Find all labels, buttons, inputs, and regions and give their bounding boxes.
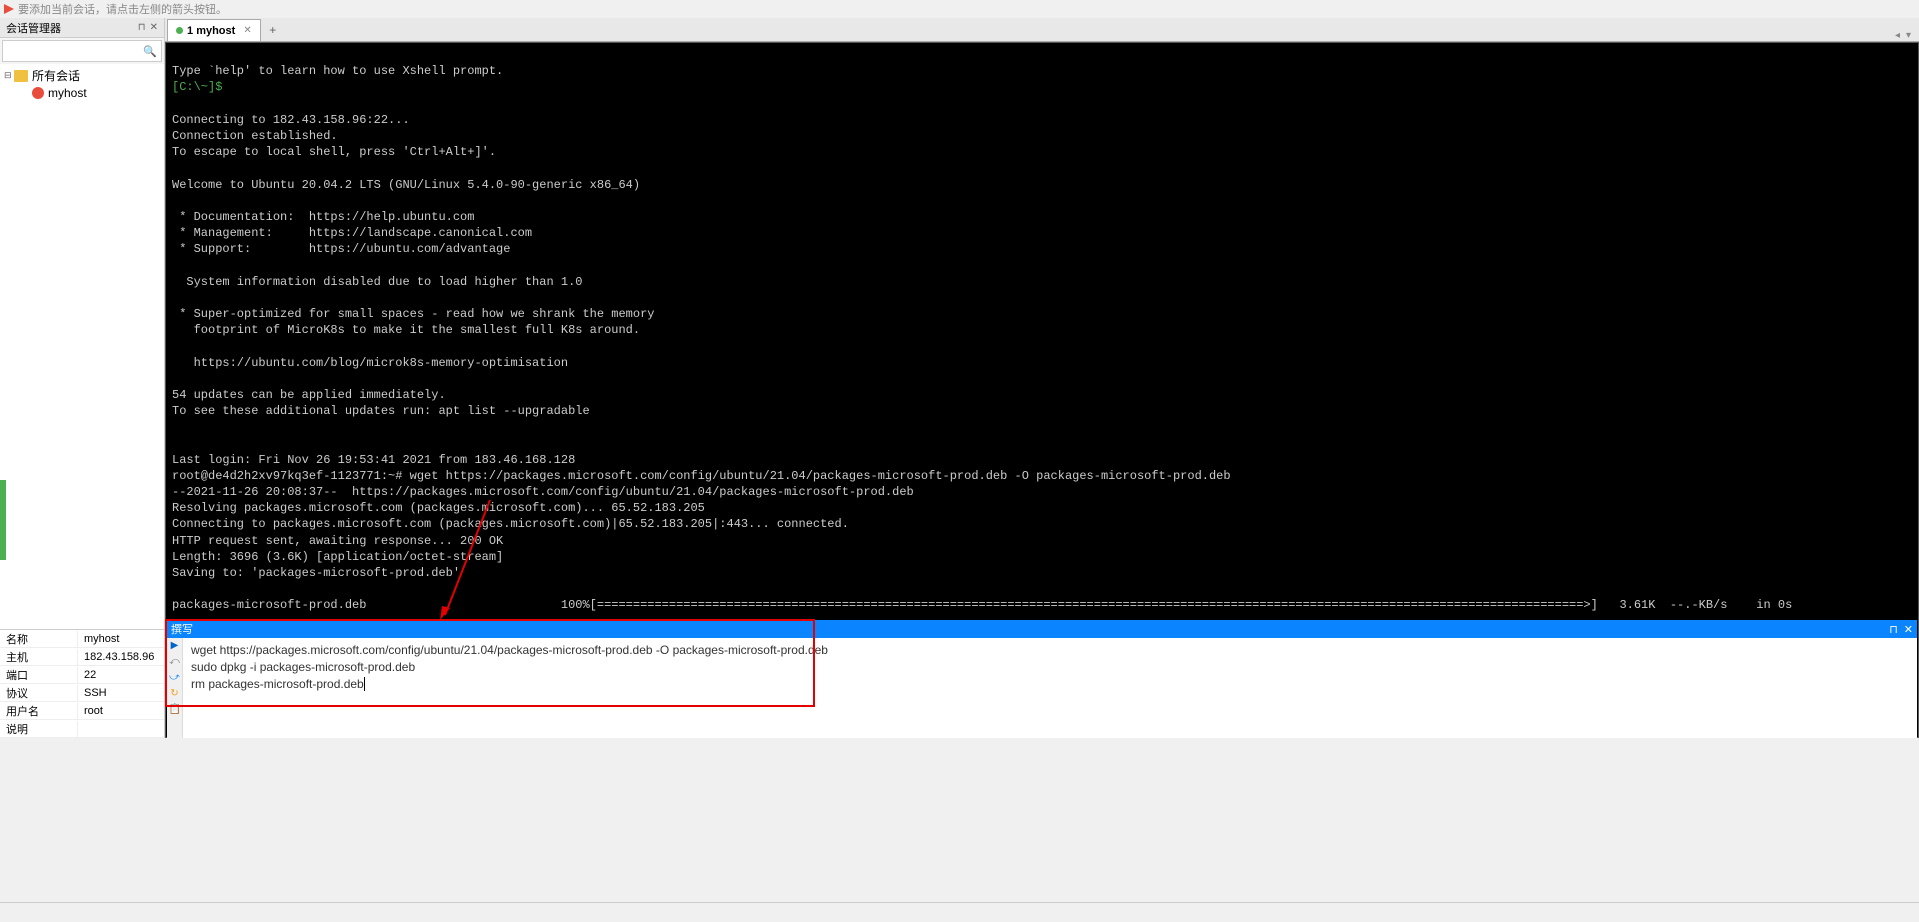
prop-value: SSH	[78, 687, 164, 699]
prop-value: 182.43.158.96	[78, 651, 164, 663]
terminal-line: To escape to local shell, press 'Ctrl+Al…	[172, 145, 496, 159]
terminal-line: --2021-11-26 20:08:37-- https://packages…	[172, 485, 914, 499]
history-fwd-icon[interactable]: ⤻	[169, 672, 181, 684]
table-row: 主机 182.43.158.96	[0, 648, 164, 666]
tab-bar: 1 myhost ✕ + ◂ ▾	[165, 18, 1919, 42]
properties-table: 名称 myhost 主机 182.43.158.96 端口 22 协议 SSH …	[0, 629, 164, 738]
tree-host-myhost[interactable]: myhost	[2, 85, 162, 101]
table-row: 端口 22	[0, 666, 164, 684]
sidebar-header: 会话管理器 ⊓ ✕	[0, 18, 164, 38]
resize-handle[interactable]	[0, 480, 6, 560]
tabs-right-controls: ◂ ▾	[1895, 30, 1919, 41]
terminal-line: * Super-optimized for small spaces - rea…	[172, 307, 654, 321]
folder-icon	[14, 70, 28, 82]
prop-label: 说明	[0, 721, 78, 737]
close-tab-icon[interactable]: ✕	[243, 25, 251, 36]
tab-name: myhost	[196, 25, 235, 37]
compose-header[interactable]: 撰写 ⊓ ✕	[167, 620, 1917, 638]
tree-root[interactable]: ⊟ 所有会话	[2, 66, 162, 85]
host-icon	[32, 87, 44, 99]
terminal-line: * Support: https://ubuntu.com/advantage	[172, 242, 510, 256]
terminal-line: HTTP request sent, awaiting response... …	[172, 534, 503, 548]
compose-line: sudo dpkg -i packages-microsoft-prod.deb	[191, 659, 1909, 676]
search-input[interactable]: 🔍	[2, 40, 162, 62]
terminal-line: Last login: Fri Nov 26 19:53:41 2021 fro…	[172, 453, 575, 467]
terminal-line: Connection established.	[172, 129, 338, 143]
compose-panel: 撰写 ⊓ ✕ ▶ ⤺ ⤻ ↻ 📋 wget https://packages.m…	[167, 620, 1917, 738]
terminal-line: Length: 3696 (3.6K) [application/octet-s…	[172, 550, 503, 564]
tab-number: 1	[187, 25, 193, 37]
terminal-progress: packages-microsoft-prod.deb 100%[=======…	[172, 598, 1792, 612]
tab-menu-icon[interactable]: ◂	[1895, 30, 1900, 41]
add-tab-button[interactable]: +	[263, 19, 283, 41]
connection-status-icon	[176, 27, 183, 34]
hint-text: 要添加当前会话，请点击左侧的箭头按钮。	[18, 1, 227, 17]
terminal-line: footprint of MicroK8s to make it the sma…	[172, 323, 640, 337]
close-icon[interactable]: ✕	[1904, 623, 1913, 636]
prop-label: 协议	[0, 685, 78, 701]
terminal-line: Resolving packages.microsoft.com (packag…	[172, 501, 705, 515]
tree-root-label: 所有会话	[32, 67, 80, 84]
compose-header-controls: ⊓ ✕	[1889, 623, 1913, 636]
compose-toolbar: ▶ ⤺ ⤻ ↻ 📋	[167, 638, 183, 738]
close-icon[interactable]: ✕	[150, 22, 158, 33]
terminal-line: 54 updates can be applied immediately.	[172, 388, 446, 402]
prop-value: 22	[78, 669, 164, 681]
terminal-line: Connecting to 182.43.158.96:22...	[172, 113, 410, 127]
history-back-icon[interactable]: ⤺	[169, 656, 181, 668]
top-hint-bar: 要添加当前会话，请点击左侧的箭头按钮。	[0, 0, 1919, 18]
session-tree[interactable]: ⊟ 所有会话 myhost	[0, 64, 164, 629]
prop-label: 端口	[0, 667, 78, 683]
search-icon: 🔍	[143, 45, 157, 58]
expander-icon[interactable]: ⊟	[4, 70, 14, 81]
terminal-line: System information disabled due to load …	[172, 275, 582, 289]
tab-menu-icon[interactable]: ▾	[1906, 30, 1911, 41]
terminal-line: Type `help' to learn how to use Xshell p…	[172, 64, 503, 78]
compose-line: wget https://packages.microsoft.com/conf…	[191, 642, 1909, 659]
prop-value: root	[78, 705, 164, 717]
prop-label: 主机	[0, 649, 78, 665]
compose-line: rm packages-microsoft-prod.deb	[191, 676, 1909, 693]
compose-textarea[interactable]: wget https://packages.microsoft.com/conf…	[183, 638, 1917, 738]
terminal-line: * Documentation: https://help.ubuntu.com	[172, 210, 474, 224]
sidebar: 会话管理器 ⊓ ✕ 🔍 ⊟ 所有会话 myhost	[0, 18, 165, 738]
table-row: 用户名 root	[0, 702, 164, 720]
prop-value: myhost	[78, 633, 164, 645]
pin-icon[interactable]: ⊓	[1889, 623, 1898, 636]
paste-icon[interactable]: 📋	[169, 704, 181, 716]
prop-label: 用户名	[0, 703, 78, 719]
table-row: 名称 myhost	[0, 630, 164, 648]
pin-icon[interactable]: ⊓	[138, 22, 146, 33]
prop-label: 名称	[0, 631, 78, 647]
send-icon[interactable]: ▶	[169, 640, 181, 652]
status-bar	[0, 902, 1919, 922]
flag-icon	[4, 4, 14, 14]
table-row: 协议 SSH	[0, 684, 164, 702]
terminal-line: Welcome to Ubuntu 20.04.2 LTS (GNU/Linux…	[172, 178, 640, 192]
terminal-line: root@de4d2h2xv97kq3ef-1123771:~# wget ht…	[172, 469, 1231, 483]
tree-host-label: myhost	[48, 86, 87, 100]
redo-icon[interactable]: ↻	[169, 688, 181, 700]
terminal-line: Saving to: 'packages-microsoft-prod.deb'	[172, 566, 460, 580]
terminal-line: Connecting to packages.microsoft.com (pa…	[172, 517, 849, 531]
sidebar-header-controls: ⊓ ✕	[138, 22, 158, 33]
terminal-line: * Management: https://landscape.canonica…	[172, 226, 532, 240]
compose-title: 撰写	[171, 621, 193, 637]
terminal-line: https://ubuntu.com/blog/microk8s-memory-…	[172, 356, 568, 370]
table-row: 说明	[0, 720, 164, 738]
tab-myhost[interactable]: 1 myhost ✕	[167, 19, 261, 41]
sidebar-title: 会话管理器	[6, 20, 61, 36]
terminal-line: To see these additional updates run: apt…	[172, 404, 590, 418]
compose-body: ▶ ⤺ ⤻ ↻ 📋 wget https://packages.microsof…	[167, 638, 1917, 738]
terminal-prompt: [C:\~]$	[172, 80, 222, 94]
